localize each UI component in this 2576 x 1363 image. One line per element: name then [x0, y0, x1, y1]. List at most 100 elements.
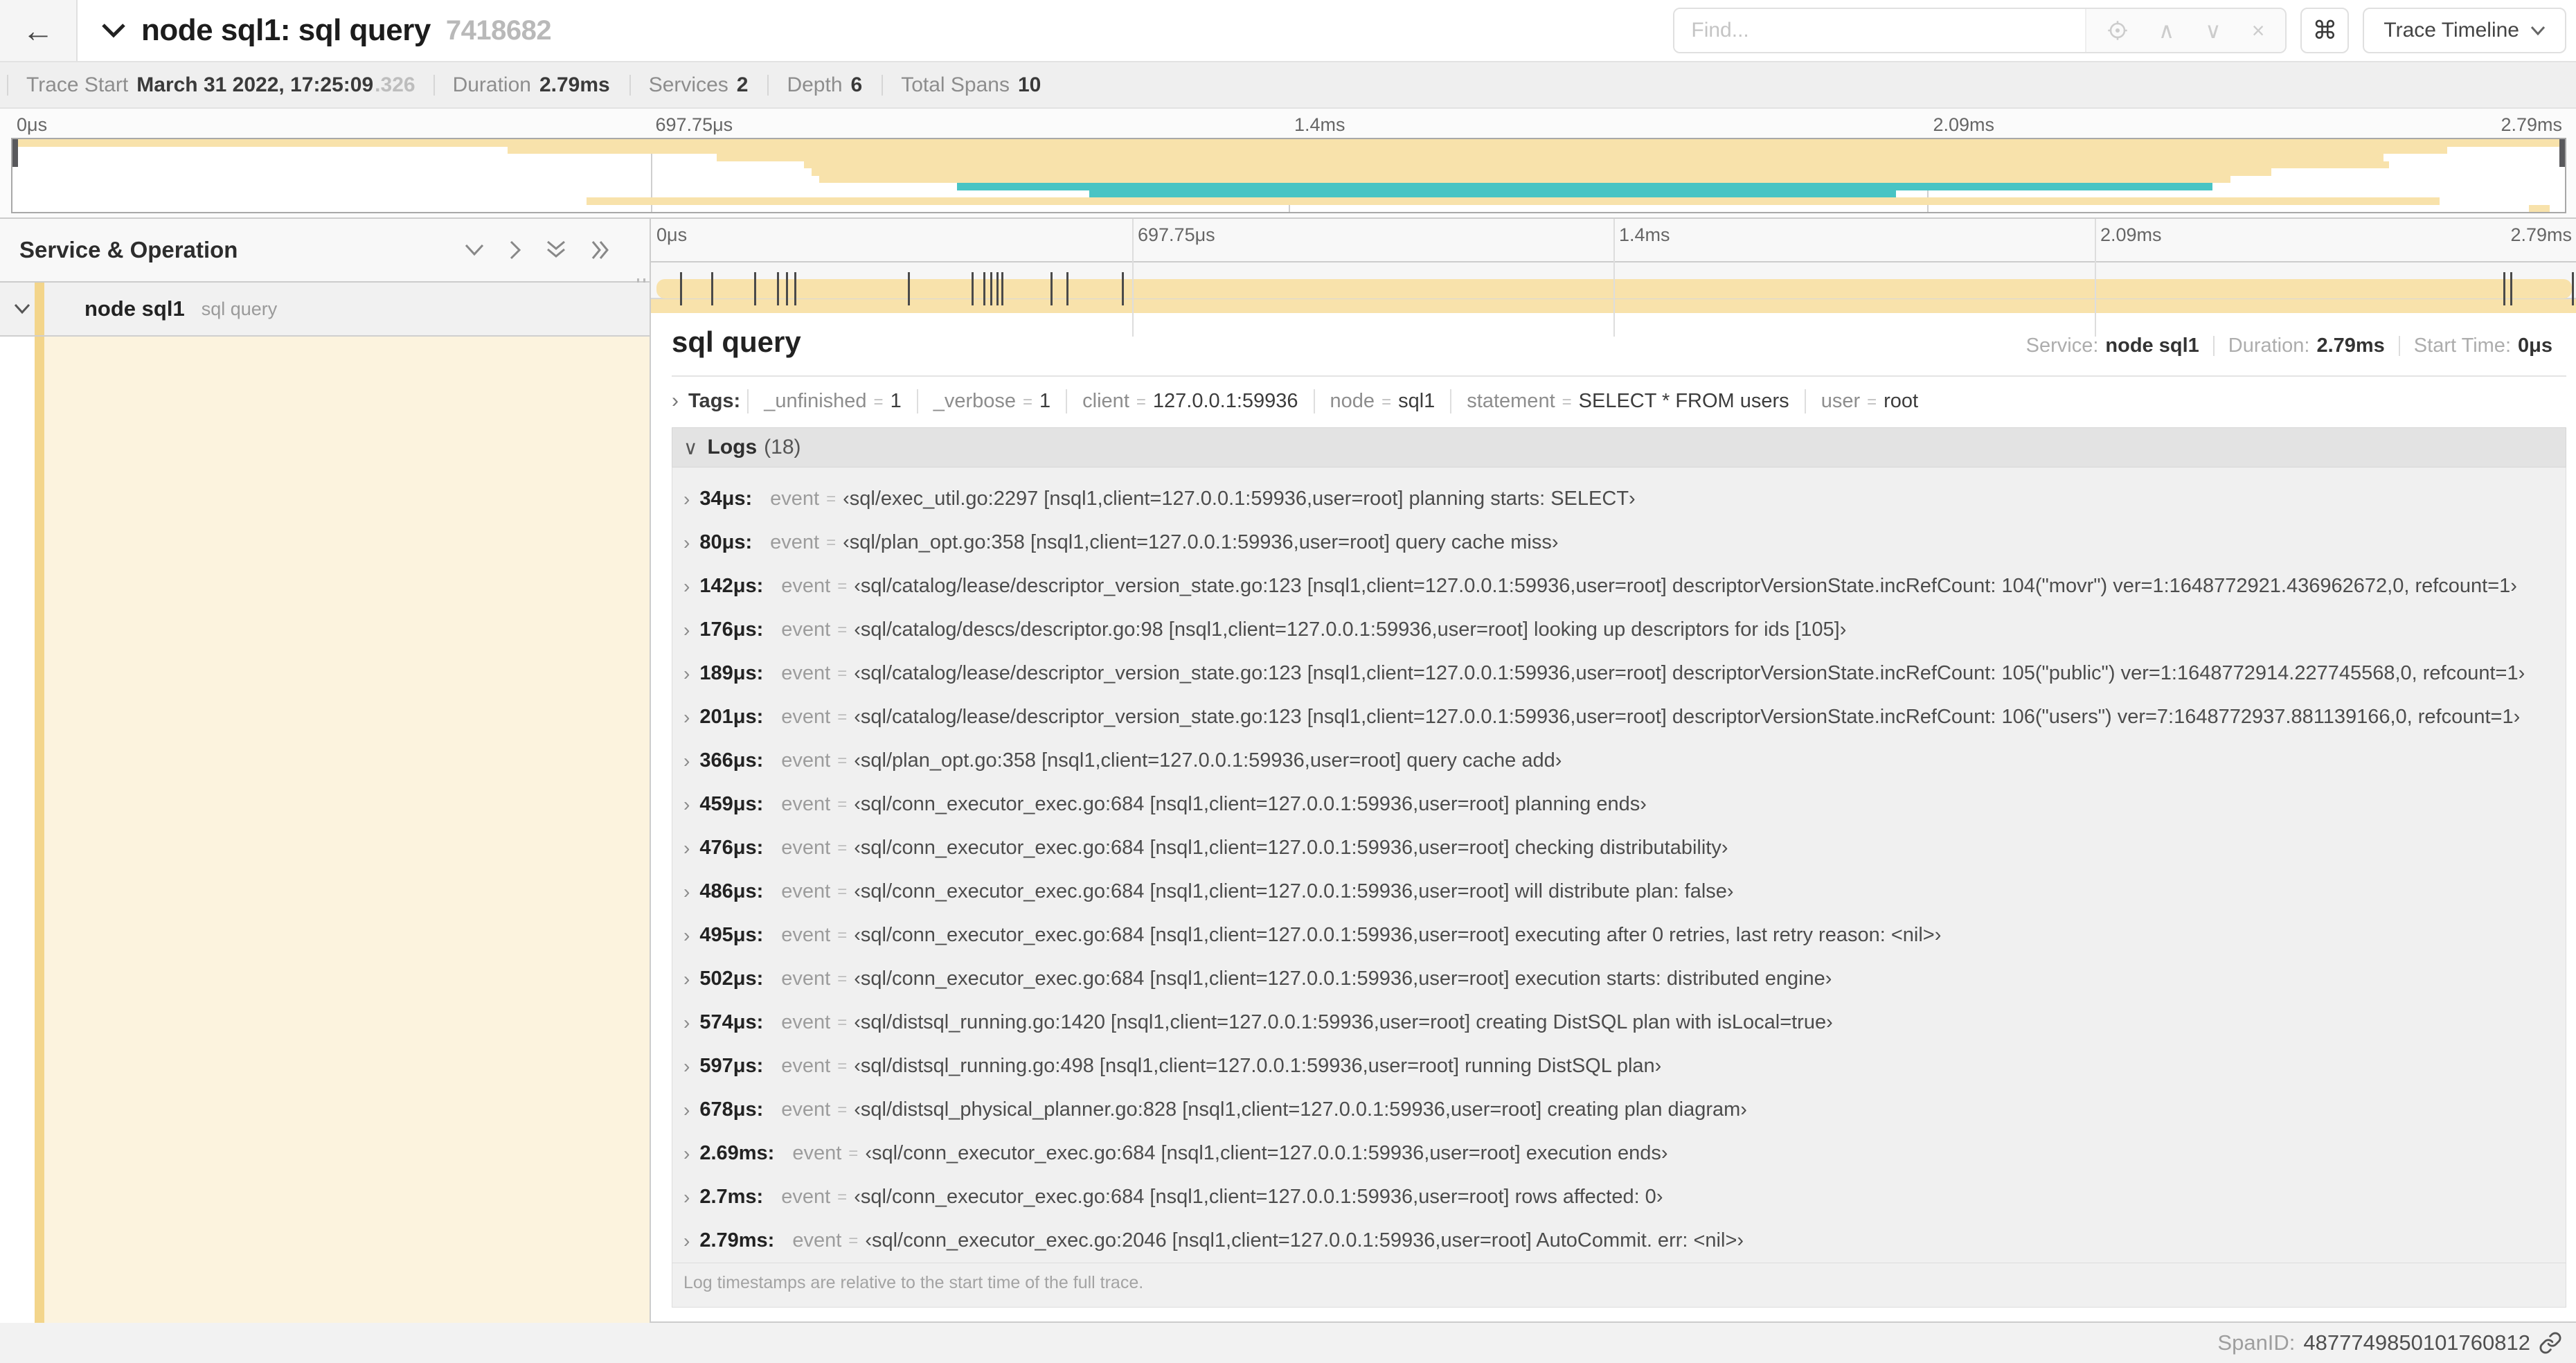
prev-result-icon[interactable]: ∧	[2158, 19, 2174, 42]
minimap-span-bar	[1089, 190, 1897, 197]
log-row[interactable]: › 495μs: event = ‹sql/conn_executor_exec…	[672, 914, 2566, 957]
log-row[interactable]: › 176μs: event = ‹sql/catalog/descs/desc…	[672, 608, 2566, 652]
log-row[interactable]: › 2.79ms: event = ‹sql/conn_executor_exe…	[672, 1219, 2566, 1263]
chevron-right-icon: ›	[683, 1142, 690, 1164]
tag-value: 1	[890, 390, 902, 413]
log-row[interactable]: › 486μs: event = ‹sql/conn_executor_exec…	[672, 870, 2566, 914]
tag-value: sql1	[1398, 390, 1435, 413]
log-row[interactable]: › 574μs: event = ‹sql/distsql_running.go…	[672, 1001, 2566, 1044]
log-key: event	[781, 793, 831, 815]
minimap-canvas[interactable]	[11, 138, 2566, 213]
log-row[interactable]: › 189μs: event = ‹sql/catalog/lease/desc…	[672, 652, 2566, 695]
log-event-tick	[753, 271, 756, 305]
log-key: event	[792, 1229, 842, 1251]
span-list-header: Service & Operation	[0, 219, 650, 299]
span-detail-indent	[0, 337, 650, 1323]
collapse-all-icon[interactable]	[546, 240, 566, 260]
log-row[interactable]: › 2.69ms: event = ‹sql/conn_executor_exe…	[672, 1132, 2566, 1175]
ruler-label: 2.79ms	[2510, 224, 2572, 245]
span-detail-panel: sql query Service: node sql1 Duration: 2…	[651, 299, 2576, 1323]
tag-value: 1	[1039, 390, 1051, 413]
tag-item: user = root	[1804, 389, 1933, 413]
minimap-scrubber-left[interactable]	[12, 139, 18, 167]
summary-value: 10	[1017, 73, 1041, 96]
tag-item: statement = SELECT * FROM users	[1450, 389, 1804, 413]
log-timestamp: 574μs:	[699, 1011, 764, 1033]
log-event-tick	[794, 271, 797, 305]
minimap-scrubber-right[interactable]	[2559, 139, 2565, 167]
log-timestamp: 366μs:	[699, 749, 764, 772]
span-operation-name: sql query	[201, 298, 278, 319]
tag-key: statement	[1467, 390, 1555, 413]
expand-all-icon[interactable]	[590, 240, 611, 260]
equals-sign: =	[1867, 393, 1877, 412]
collapse-trace-icon[interactable]	[101, 22, 126, 39]
summary-value: 6	[850, 73, 863, 96]
chevron-right-icon: ›	[672, 389, 679, 413]
log-row[interactable]: › 678μs: event = ‹sql/distsql_physical_p…	[672, 1088, 2566, 1132]
expand-one-icon[interactable]	[508, 240, 522, 260]
log-row[interactable]: › 476μs: event = ‹sql/conn_executor_exec…	[672, 826, 2566, 870]
log-row[interactable]: › 80μs: event = ‹sql/plan_opt.go:358 [ns…	[672, 521, 2566, 564]
minimap-ruler: 0μs 697.75μs 1.4ms 2.09ms 2.79ms	[11, 109, 2566, 138]
log-row[interactable]: › 2.7ms: event = ‹sql/conn_executor_exec…	[672, 1175, 2566, 1219]
log-event-tick	[996, 271, 999, 305]
log-event-tick	[907, 271, 910, 305]
tag-value: root	[1884, 390, 1919, 413]
find-input[interactable]	[1674, 9, 2085, 52]
collapse-children-icon[interactable]	[14, 303, 30, 314]
next-result-icon[interactable]: ∨	[2205, 19, 2221, 42]
collapse-one-icon[interactable]	[464, 243, 485, 257]
log-row[interactable]: › 502μs: event = ‹sql/conn_executor_exec…	[672, 957, 2566, 1001]
log-row[interactable]: › 142μs: event = ‹sql/catalog/lease/desc…	[672, 564, 2566, 608]
chevron-right-icon: ›	[683, 1229, 690, 1251]
header-actions: ∧ ∨ × ⌘ Trace Timeline	[1673, 8, 2566, 53]
locate-icon[interactable]	[2107, 20, 2128, 41]
log-row[interactable]: › 459μs: event = ‹sql/conn_executor_exec…	[672, 783, 2566, 826]
minimap-span-bar	[508, 146, 2448, 154]
trace-page: ← node sql1: sql query 7418682 ∧ ∨ × ⌘ T…	[0, 0, 2576, 1363]
log-message: ‹sql/catalog/lease/descriptor_version_st…	[854, 706, 2521, 728]
log-row[interactable]: › 366μs: event = ‹sql/plan_opt.go:358 [n…	[672, 739, 2566, 783]
equals-sign: =	[837, 576, 848, 596]
logs-header[interactable]: ∨ Logs (18)	[672, 427, 2566, 467]
log-message: ‹sql/exec_util.go:2297 [nsql1,client=127…	[843, 488, 1636, 510]
ruler-label: 697.75μs	[655, 114, 733, 135]
log-message: ‹sql/conn_executor_exec.go:684 [nsql1,cl…	[854, 880, 1734, 902]
trace-summary-item: Depth 6	[767, 73, 882, 96]
log-timestamp: 2.69ms:	[699, 1142, 775, 1164]
trace-title-group: node sql1: sql query 7418682	[101, 13, 552, 48]
equals-sign: =	[826, 533, 837, 552]
trace-summary-item: Trace Start March 31 2022, 17:25:09 .326	[7, 74, 433, 96]
equals-sign: =	[837, 620, 848, 639]
log-timestamp: 176μs:	[699, 618, 764, 641]
tag-key: client	[1082, 390, 1129, 413]
equals-sign: =	[837, 1100, 848, 1119]
tags-toggle-row[interactable]: › Tags: _unfinished = 1 _verbose = 1 cli…	[672, 389, 2566, 413]
log-key: event	[781, 1055, 831, 1077]
ruler-label: 2.09ms	[1933, 114, 1995, 135]
log-message: ‹sql/catalog/descs/descriptor.go:98 [nsq…	[854, 618, 1847, 641]
log-message: ‹sql/conn_executor_exec.go:684 [nsql1,cl…	[854, 793, 1647, 815]
timeline-main: Service & Operation node sql1 sql query	[0, 219, 2576, 1323]
view-selector-button[interactable]: Trace Timeline	[2363, 8, 2566, 53]
log-row[interactable]: › 597μs: event = ‹sql/distsql_running.go…	[672, 1044, 2566, 1088]
log-list: › 34μs: event = ‹sql/exec_util.go:2297 […	[672, 467, 2566, 1263]
log-key: event	[781, 575, 831, 597]
chevron-right-icon: ›	[683, 662, 690, 684]
chevron-right-icon: ›	[683, 1011, 690, 1033]
link-icon[interactable]	[2539, 1331, 2562, 1355]
back-button[interactable]: ←	[0, 0, 78, 61]
summary-label: Depth	[787, 73, 843, 96]
view-selector-label: Trace Timeline	[2383, 19, 2519, 42]
detail-divider	[672, 375, 2566, 377]
chevron-right-icon: ›	[683, 531, 690, 553]
log-row[interactable]: › 201μs: event = ‹sql/catalog/lease/desc…	[672, 695, 2566, 739]
chevron-right-icon: ›	[683, 1098, 690, 1121]
keyboard-shortcuts-button[interactable]: ⌘	[2300, 8, 2350, 53]
log-row[interactable]: › 34μs: event = ‹sql/exec_util.go:2297 […	[672, 477, 2566, 521]
clear-find-icon[interactable]: ×	[2252, 19, 2265, 42]
trace-summary-bar: Trace Start March 31 2022, 17:25:09 .326…	[0, 62, 2576, 109]
chevron-right-icon: ›	[683, 1186, 690, 1208]
span-row[interactable]: node sql1 sql query	[0, 283, 650, 337]
